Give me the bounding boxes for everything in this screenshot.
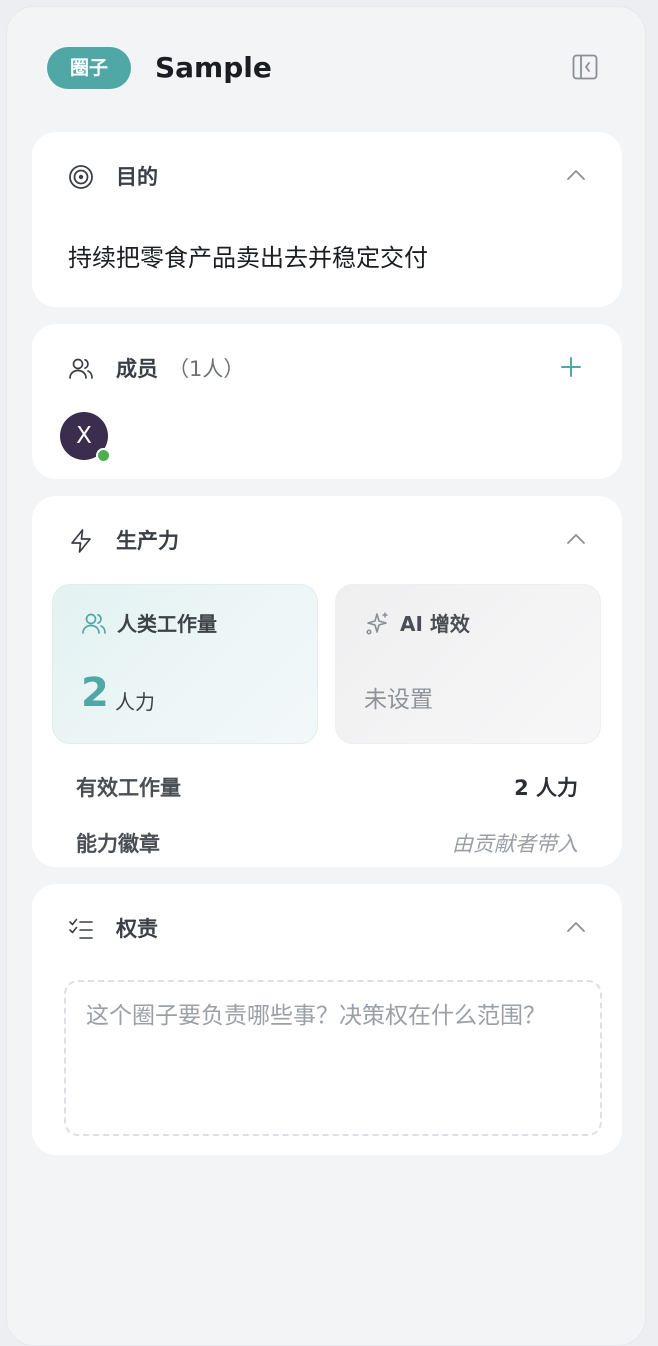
collapse-panel-button[interactable]	[571, 53, 599, 81]
responsibilities-input[interactable]: 这个圈子要负责哪些事？决策权在什么范围？	[64, 980, 602, 1136]
users-icon	[82, 613, 106, 634]
ai-boost-tile[interactable]: AI 增效 未设置	[335, 584, 601, 744]
members-card: 成员 （1人） X	[32, 324, 622, 479]
human-workload-label: 人类工作量	[117, 612, 217, 636]
users-icon	[69, 358, 93, 379]
sidebar-collapse-icon	[572, 54, 598, 80]
human-workload-value: 2	[81, 670, 109, 716]
purpose-card: 目的 持续把零食产品卖出去并稳定交付	[32, 132, 622, 307]
chevron-up-icon[interactable]	[566, 920, 586, 934]
zap-icon	[71, 529, 91, 553]
ai-boost-value: 未设置	[364, 687, 433, 713]
capability-badges-value: 由贡献者带入	[452, 832, 578, 856]
human-workload-tile: 人类工作量 2 人力	[52, 584, 318, 744]
online-status-dot	[96, 448, 111, 463]
ai-boost-label: AI 增效	[400, 612, 470, 636]
add-member-button[interactable]	[558, 354, 584, 380]
productivity-card: 生产力 人类工作量 2 人力 AI 增效 未设置 有效工作量 2 人力 能力徽章…	[32, 496, 622, 867]
responsibilities-card: 权责 这个圈子要负责哪些事？决策权在什么范围？	[32, 884, 622, 1155]
effective-workload-value: 2 人力	[514, 776, 578, 800]
responsibilities-label: 权责	[116, 917, 158, 941]
members-count: （1人）	[168, 357, 245, 381]
capability-badges-row: 能力徽章 由贡献者带入	[76, 828, 578, 860]
productivity-label: 生产力	[116, 529, 179, 553]
effective-workload-label: 有效工作量	[76, 776, 181, 800]
effective-workload-row: 有效工作量 2 人力	[76, 772, 578, 804]
target-icon	[69, 165, 93, 189]
circle-detail-panel: 圈子 Sample 目的 持续把零食产品卖出去并稳定交付 成员 （1人） X 生…	[6, 6, 646, 1346]
chevron-up-icon[interactable]	[566, 168, 586, 182]
sparkles-icon	[366, 612, 388, 635]
human-workload-unit: 人力	[115, 690, 155, 714]
chevron-up-icon[interactable]	[566, 532, 586, 546]
circle-title: Sample	[155, 51, 272, 84]
capability-badges-label: 能力徽章	[76, 832, 160, 856]
purpose-text: 持续把零食产品卖出去并稳定交付	[68, 244, 428, 272]
circle-badge: 圈子	[47, 47, 131, 89]
members-label: 成员	[116, 357, 158, 381]
purpose-label: 目的	[116, 165, 158, 189]
checklist-icon	[69, 918, 93, 939]
panel-header: 圈子 Sample	[47, 47, 607, 103]
